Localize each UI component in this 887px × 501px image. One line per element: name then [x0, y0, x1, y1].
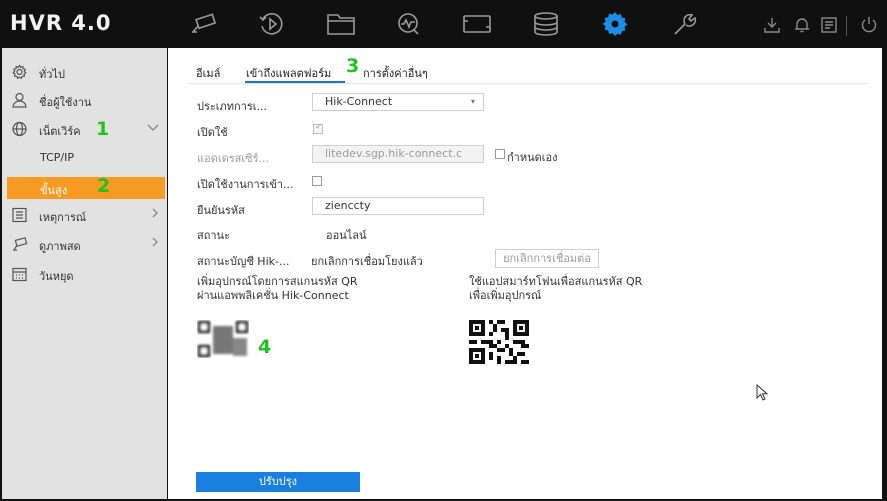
sidebar-label-tcpip: TCP/IP	[40, 151, 74, 164]
configuration-icon[interactable]	[595, 8, 635, 40]
qr-right-description: ใช้แอปสมาร์ทโฟนเพื่อสแกนรหัส QR เพื่อเพิ…	[469, 275, 642, 303]
custom-label: กำหนดเอง	[507, 151, 558, 164]
live-view-icon[interactable]	[183, 8, 223, 40]
custom-checkbox[interactable]	[495, 149, 505, 159]
sidebar-subitem-advanced[interactable]: ขั้นสูง	[7, 177, 165, 199]
sidebar-label-advanced: ขั้นสูง	[40, 184, 68, 197]
toolbar-divider	[846, 16, 847, 36]
dropdown-arrow-icon: ▾	[470, 97, 475, 106]
qr-left-description: เพิ่มอุปกรณ์โดยการสแกนรหัส QR ผ่านแอพพลิ…	[197, 275, 358, 303]
sidebar-item-live-view[interactable]: ดูภาพสด	[2, 232, 167, 256]
status-value: ออนไลน์	[326, 229, 367, 242]
sidebar-item-general[interactable]: ทั่วไป	[2, 60, 167, 84]
status-label: สถานะ	[197, 229, 230, 242]
annotation-1: 1	[96, 118, 110, 140]
bind-status-value: ยกเลิกการเชื่อมโยงแล้ว	[311, 255, 423, 268]
enable-checkbox[interactable]: ✓	[313, 122, 323, 134]
intelligent-icon[interactable]	[457, 8, 497, 40]
annotation-3: 3	[346, 55, 360, 77]
main-panel: อีเมล์ เข้าถึงแพลตฟอร์ม การตั้งค่าอื่นๆ …	[168, 48, 882, 499]
enable-label: เปิดใช้	[197, 126, 228, 139]
sidebar-label-network: เน็ตเวิร์ค	[39, 125, 81, 138]
save-button[interactable]: ปรับปรุง	[196, 472, 360, 492]
tab-email[interactable]: อีเมล์	[196, 64, 220, 82]
playback-icon[interactable]	[252, 8, 292, 40]
unbind-button[interactable]: ยกเลิกการเชื่อมต่อ	[495, 249, 599, 268]
sidebar-item-holiday[interactable]: วันหยุด	[2, 262, 167, 286]
sidebar-item-network[interactable]: เน็ตเวิร์ค	[2, 117, 167, 141]
access-type-value: Hik-Connect	[325, 95, 393, 108]
calendar-icon	[11, 266, 28, 282]
user-icon	[11, 92, 28, 108]
gear-icon	[11, 64, 28, 80]
chevron-right-icon[interactable]	[151, 208, 159, 221]
tab-divider	[188, 83, 868, 84]
annotation-2: 2	[97, 175, 111, 197]
chevron-down-icon[interactable]	[147, 122, 159, 135]
camera-icon	[11, 236, 28, 252]
verification-code-input[interactable]: zienccty	[312, 197, 484, 215]
qr-right-line1: ใช้แอปสมาร์ทโฟนเพื่อสแกนรหัส QR	[469, 275, 643, 288]
download-icon[interactable]	[763, 16, 783, 36]
server-address-input[interactable]: litedev.sgp.hik-connect.c	[312, 145, 484, 163]
app-download-qr-code	[469, 320, 529, 364]
access-type-select[interactable]: Hik-Connect ▾	[312, 93, 484, 111]
stream-encryption-label: เปิดใช้งานการเข้า...	[197, 178, 294, 191]
sidebar-label-live-view: ดูภาพสด	[39, 240, 81, 253]
power-icon[interactable]	[860, 16, 880, 36]
sidebar-item-user[interactable]: ชื่อผู้ใช้งาน	[2, 88, 167, 112]
sidebar: ทั่วไป ชื่อผู้ใช้งาน เน็ตเวิร์ค TCP/IP ข…	[2, 48, 167, 499]
globe-icon	[11, 121, 28, 137]
sidebar-label-general: ทั่วไป	[39, 68, 65, 81]
chevron-right-icon[interactable]	[151, 237, 159, 250]
app-logo: HVR 4.0	[10, 11, 112, 35]
tab-other-settings[interactable]: การตั้งค่าอื่นๆ	[363, 64, 428, 82]
maintenance-icon[interactable]	[664, 8, 704, 40]
sidebar-subitem-tcpip[interactable]: TCP/IP	[7, 147, 165, 169]
access-type-label: ประเภทการเ...	[197, 100, 268, 113]
server-address-label: แอดเดรสเซิร์...	[197, 152, 269, 165]
app-window: HVR 4.0 ทั่วไป ชื่อผู้ใช้งาน เน็ตเวิร์ค …	[0, 0, 887, 501]
qr-left-line1: เพิ่มอุปกรณ์โดยการสแกนรหัส QR	[197, 275, 358, 288]
device-qr-code-blurred	[197, 320, 249, 358]
tab-platform-access[interactable]: เข้าถึงแพลตฟอร์ม	[246, 64, 331, 82]
top-bar: HVR 4.0	[0, 0, 887, 48]
storage-icon[interactable]	[526, 8, 566, 40]
verification-code-label: ยืนยันรหัส	[197, 204, 245, 217]
annotation-4: 4	[258, 336, 272, 358]
event-list-icon	[11, 207, 28, 223]
notification-icon[interactable]	[820, 16, 840, 36]
mouse-cursor-icon	[756, 384, 769, 401]
qr-right-line2: เพื่อเพิ่มอุปกรณ์	[469, 289, 542, 302]
sidebar-item-event[interactable]: เหตุการณ์	[2, 203, 167, 227]
bind-status-label: สถานะบัญชี Hik-...	[197, 255, 290, 268]
sidebar-label-user: ชื่อผู้ใช้งาน	[39, 96, 92, 109]
qr-left-line2: ผ่านแอพพลิเคชั่น Hik-Connect	[197, 289, 349, 302]
sidebar-label-event: เหตุการณ์	[39, 211, 87, 224]
smart-analysis-icon[interactable]	[388, 8, 428, 40]
check-icon: ✓	[315, 122, 323, 132]
alarm-bell-icon[interactable]	[793, 16, 813, 36]
stream-encryption-checkbox[interactable]	[312, 176, 322, 186]
file-management-icon[interactable]	[321, 8, 361, 40]
sidebar-label-holiday: วันหยุด	[39, 270, 74, 283]
